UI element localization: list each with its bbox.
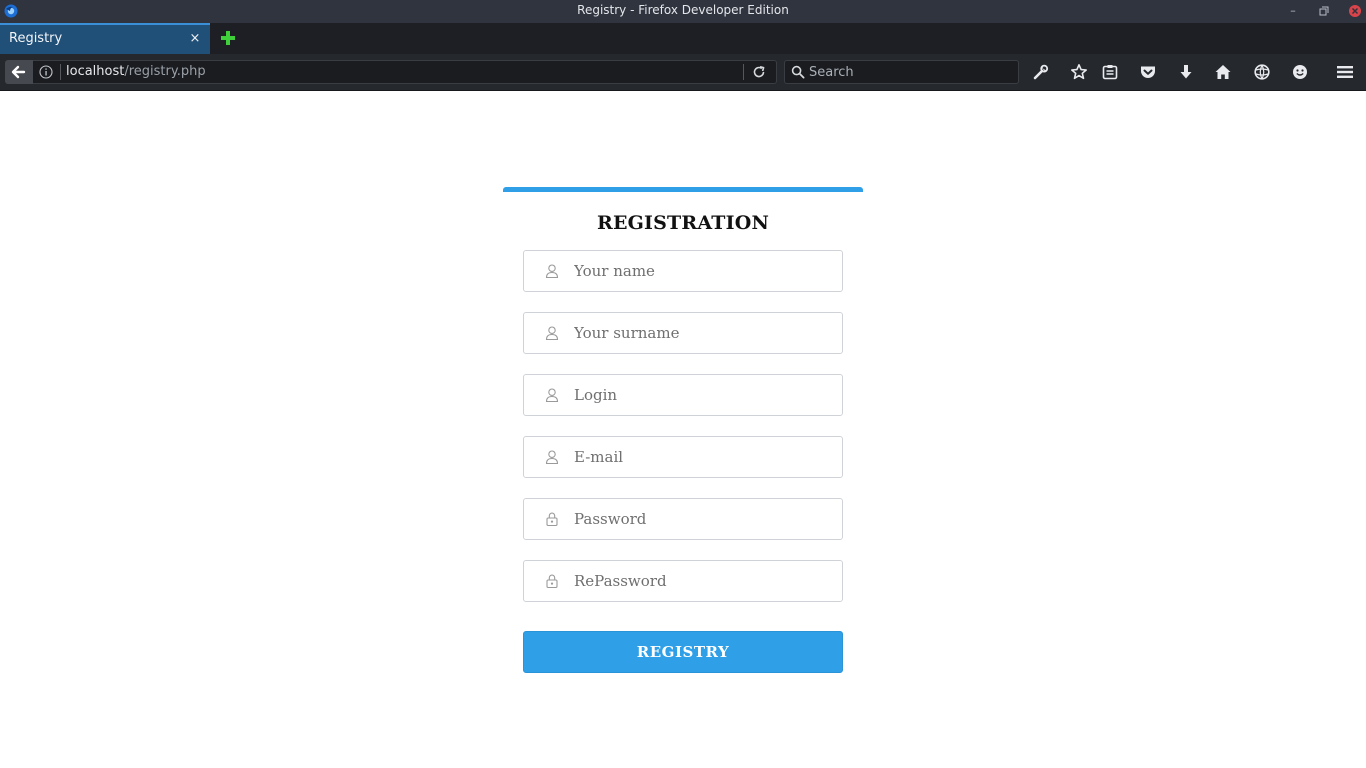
url-bar[interactable]: localhost/registry.php	[33, 60, 777, 84]
email-input[interactable]	[574, 437, 834, 477]
user-icon	[545, 388, 559, 403]
hamburger-menu-icon[interactable]	[1336, 63, 1354, 81]
download-icon[interactable]	[1177, 63, 1195, 81]
password-field[interactable]	[523, 498, 843, 540]
page-content: REGISTRATION Your name Your surname Logi…	[0, 91, 1366, 768]
restore-icon	[1319, 6, 1329, 16]
email-field[interactable]	[523, 436, 843, 478]
url-host: localhost	[66, 64, 125, 79]
pocket-icon[interactable]	[1139, 63, 1157, 81]
lock-icon	[546, 512, 558, 527]
registry-submit-button[interactable]: REGISTRY	[523, 631, 843, 673]
url-path: /registry.php	[124, 64, 206, 79]
url-text[interactable]: localhost/registry.php	[66, 64, 206, 79]
name-field[interactable]	[523, 250, 843, 292]
password-input[interactable]	[574, 499, 834, 539]
url-separator-right	[743, 64, 744, 80]
registration-form: REGISTRATION Your name Your surname Logi…	[503, 187, 863, 687]
surname-field[interactable]	[523, 312, 843, 354]
search-icon	[791, 65, 805, 79]
navigation-toolbar: localhost/registry.php	[0, 54, 1366, 91]
user-icon	[545, 264, 559, 279]
user-icon	[545, 326, 559, 341]
user-icon	[545, 450, 559, 465]
repassword-input[interactable]	[574, 561, 834, 601]
close-icon	[1349, 5, 1361, 17]
star-icon[interactable]	[1070, 63, 1088, 81]
reload-icon[interactable]	[752, 65, 766, 79]
smiley-icon[interactable]	[1291, 63, 1309, 81]
repassword-field[interactable]	[523, 560, 843, 602]
close-window-button[interactable]	[1347, 3, 1363, 19]
home-icon[interactable]	[1214, 63, 1232, 81]
tab-label: Registry	[9, 31, 63, 46]
login-input[interactable]	[574, 375, 834, 415]
maximize-button[interactable]	[1316, 3, 1332, 19]
lock-icon	[546, 574, 558, 589]
wrench-icon[interactable]	[1032, 63, 1050, 81]
surname-input[interactable]	[574, 313, 834, 353]
window-title: Registry - Firefox Developer Edition	[577, 3, 789, 17]
reading-list-icon[interactable]	[1101, 63, 1119, 81]
search-input[interactable]	[809, 61, 1014, 83]
tab-close-button[interactable]: ×	[188, 31, 202, 47]
info-icon[interactable]	[39, 65, 53, 79]
globe-icon[interactable]	[1253, 63, 1271, 81]
window-titlebar: Registry - Firefox Developer Edition –	[0, 0, 1366, 23]
url-separator	[60, 64, 61, 80]
tab-registry[interactable]: Registry ×	[0, 23, 210, 54]
form-title: REGISTRATION	[596, 212, 770, 234]
back-arrow-icon	[11, 65, 26, 79]
new-tab-icon[interactable]	[219, 29, 237, 47]
minimize-button[interactable]: –	[1285, 3, 1301, 19]
name-input[interactable]	[574, 251, 834, 291]
login-field[interactable]	[523, 374, 843, 416]
tab-strip: Registry ×	[0, 23, 1366, 54]
back-button[interactable]	[5, 60, 33, 84]
search-bar[interactable]	[784, 60, 1019, 84]
